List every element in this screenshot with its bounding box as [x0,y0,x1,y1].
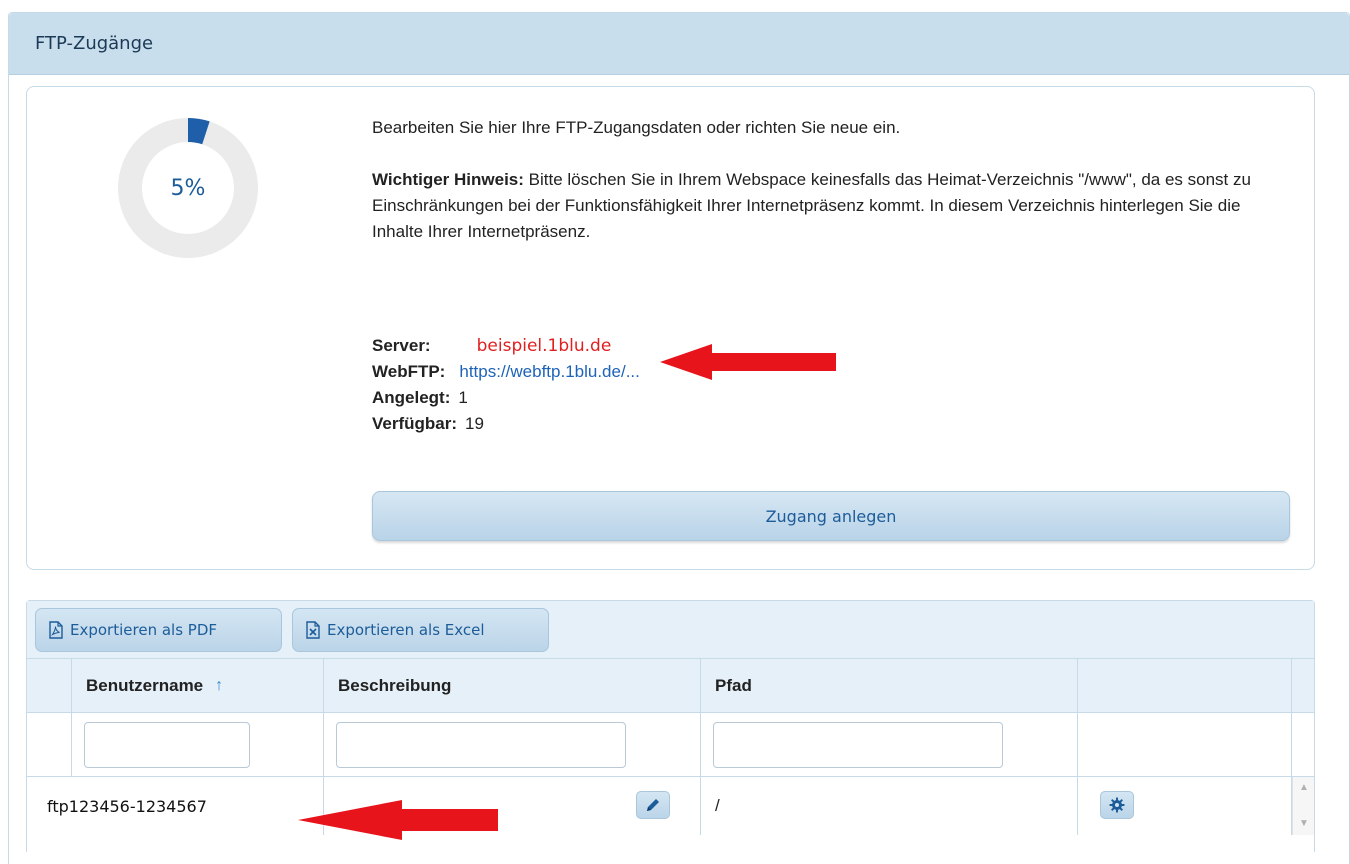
notice-label: Wichtiger Hinweis: [372,170,524,189]
edit-description-button[interactable] [636,791,670,819]
created-label: Angelegt: [372,388,451,407]
filter-path-cell [701,713,1078,777]
webftp-link[interactable]: https://webftp.1blu.de/... [459,359,640,385]
arrow-annotation [298,800,498,840]
header-actions [1078,659,1292,713]
filter-path-input[interactable] [713,722,1003,768]
actions-cell [1078,777,1292,835]
create-access-button[interactable]: Zugang anlegen [372,491,1290,541]
available-row: Verfügbar: 19 [372,411,640,437]
sort-up-icon: ↑ [215,677,224,694]
settings-button[interactable] [1100,791,1134,819]
panel-header: FTP-Zugänge [9,13,1349,75]
export-excel-label: Exportieren als Excel [327,621,485,639]
excel-icon [306,621,320,639]
created-row: Angelegt: 1 [372,385,640,411]
username-cell: ftp123456-1234567 [27,777,324,835]
server-row: Server: beispiel.1blu.de [372,333,640,359]
filter-username-cell [72,713,324,777]
table-scrollbar[interactable]: ▲ ▼ [1292,777,1314,835]
gear-icon [1109,797,1125,813]
scroll-up-icon[interactable]: ▲ [1298,783,1310,793]
filter-description-cell [324,713,701,777]
webftp-label: WebFTP: [372,362,446,381]
arrow-annotation [660,344,836,380]
header-username[interactable]: Benutzername ↑ [72,659,324,713]
table-header-row: Benutzername ↑ Beschreibung Pfad [27,659,1314,713]
info-text: Bearbeiten Sie hier Ihre FTP-Zugangsdate… [372,115,1252,245]
header-path-label: Pfad [715,676,752,695]
notice-paragraph: Wichtiger Hinweis: Bitte löschen Sie in … [372,167,1252,245]
username-value: ftp123456-1234567 [47,796,207,816]
usage-percent-label: 5% [170,175,206,201]
info-box: 5% Bearbeiten Sie hier Ihre FTP-Zugangsd… [26,86,1315,570]
filter-spacer [27,713,72,777]
intro-text: Bearbeiten Sie hier Ihre FTP-Zugangsdate… [372,118,901,137]
path-cell: / [701,777,1078,835]
ftp-accounts-table: Exportieren als PDF Exportieren als Exce… [26,600,1315,852]
filter-username-input[interactable] [84,722,250,768]
table-row: ftp123456-1234567 / [27,777,1314,835]
scroll-down-icon[interactable]: ▼ [1298,819,1310,829]
panel-title: FTP-Zugänge [35,33,154,54]
table-filter-row [27,713,1314,777]
header-description[interactable]: Beschreibung [324,659,701,713]
server-value: beispiel.1blu.de [476,336,612,356]
export-pdf-button[interactable]: Exportieren als PDF [35,608,282,652]
available-label: Verfügbar: [372,414,458,433]
filter-description-input[interactable] [336,722,626,768]
header-path[interactable]: Pfad [701,659,1078,713]
header-username-label: Benutzername [86,676,204,695]
path-value: / [715,796,720,815]
export-pdf-label: Exportieren als PDF [70,621,218,639]
header-spacer [27,659,72,713]
export-excel-button[interactable]: Exportieren als Excel [292,608,549,652]
filter-actions-cell [1078,713,1292,777]
created-value: 1 [458,388,468,407]
header-description-label: Beschreibung [338,676,452,695]
available-value: 19 [465,414,484,433]
table-toolbar: Exportieren als PDF Exportieren als Exce… [27,601,1314,659]
pencil-icon [647,799,659,811]
webftp-row: WebFTP: https://webftp.1blu.de/... [372,359,640,385]
details-list: Server: beispiel.1blu.de WebFTP: https:/… [372,333,640,437]
pdf-icon [49,621,63,639]
server-label: Server: [372,336,431,355]
